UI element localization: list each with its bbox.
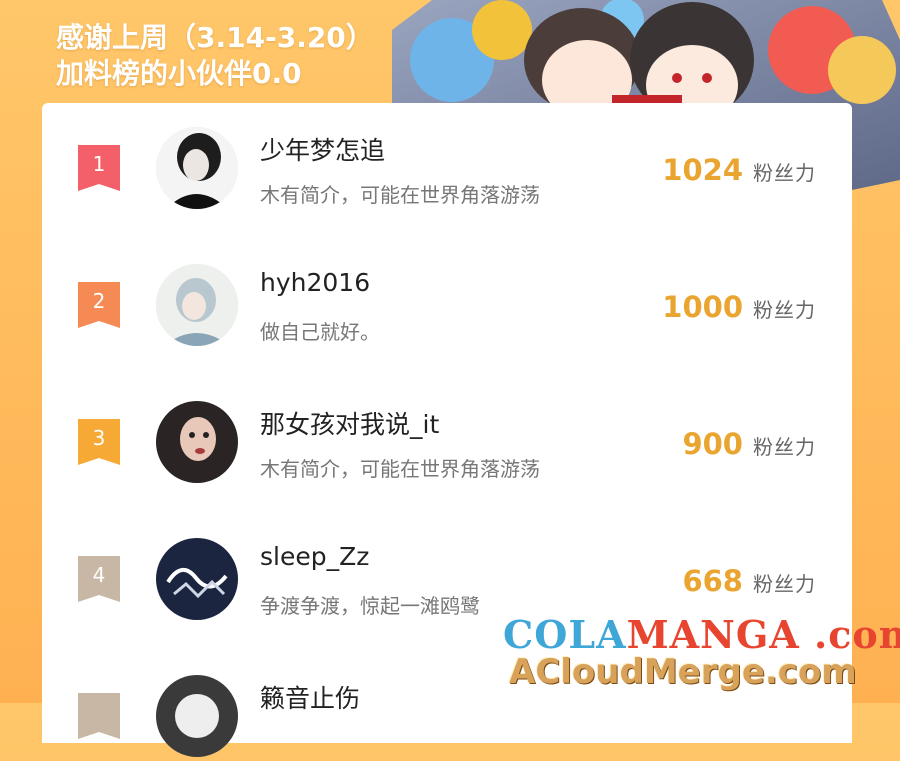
fan-score: 1024 粉丝力 <box>662 153 816 187</box>
rank-badge: 1 <box>78 145 120 191</box>
score-unit: 粉丝力 <box>753 435 816 459</box>
header-line-2: 加料榜的小伙伴0.0 <box>56 57 302 90</box>
list-item[interactable]: 4 sleep_Zz 争渡争渡，惊起一滩鸥鹭 668 粉丝力 <box>42 514 852 624</box>
score-unit: 粉丝力 <box>753 298 816 322</box>
user-name[interactable]: 籁音止伤 <box>260 679 360 715</box>
fan-score: 1000 粉丝力 <box>662 290 816 324</box>
fan-score: 668 粉丝力 <box>682 564 816 598</box>
score-unit: 粉丝力 <box>753 572 816 596</box>
score-unit: 粉丝力 <box>753 161 816 185</box>
rank-number: 2 <box>92 289 106 313</box>
user-bio: 争渡争渡，惊起一滩鸥鹭 <box>260 594 480 618</box>
score-value: 668 <box>682 564 743 598</box>
score-value: 900 <box>682 427 743 461</box>
rank-badge: 4 <box>78 556 120 602</box>
user-bio: 木有简介，可能在世界角落游荡 <box>260 457 540 481</box>
header-title: 感谢上周（3.14-3.20） 加料榜的小伙伴0.0 <box>56 20 374 92</box>
list-item[interactable]: 2 hyh2016 做自己就好。 1000 粉丝力 <box>42 240 852 350</box>
fan-score: 900 粉丝力 <box>682 427 816 461</box>
user-name[interactable]: 少年梦怎追 <box>260 131 385 167</box>
rank-number: 3 <box>92 426 106 450</box>
list-item[interactable]: 籁音止伤 <box>42 651 852 761</box>
list-item[interactable]: 1 少年梦怎追 木有简介，可能在世界角落游荡 1024 粉丝力 <box>42 103 852 213</box>
score-value: 1000 <box>662 290 743 324</box>
rank-number: 4 <box>92 563 106 587</box>
user-name[interactable]: 那女孩对我说_it <box>260 405 439 441</box>
header-line-1: 感谢上周（3.14-3.20） <box>56 21 374 54</box>
user-name[interactable]: hyh2016 <box>260 268 370 297</box>
rank-number: 1 <box>92 152 106 176</box>
rank-badge: 3 <box>78 419 120 465</box>
avatar[interactable] <box>156 401 238 483</box>
user-bio: 做自己就好。 <box>260 320 380 344</box>
list-item[interactable]: 3 那女孩对我说_it 木有简介，可能在世界角落游荡 900 粉丝力 <box>42 377 852 487</box>
avatar[interactable] <box>156 675 238 757</box>
avatar[interactable] <box>156 127 238 209</box>
user-bio: 木有简介，可能在世界角落游荡 <box>260 183 540 207</box>
avatar[interactable] <box>156 538 238 620</box>
score-value: 1024 <box>662 153 743 187</box>
user-name[interactable]: sleep_Zz <box>260 542 369 571</box>
ranking-card: 1 少年梦怎追 木有简介，可能在世界角落游荡 1024 粉丝力 2 hyh201… <box>42 103 852 757</box>
rank-badge: 2 <box>78 282 120 328</box>
avatar[interactable] <box>156 264 238 346</box>
rank-badge <box>78 693 120 739</box>
